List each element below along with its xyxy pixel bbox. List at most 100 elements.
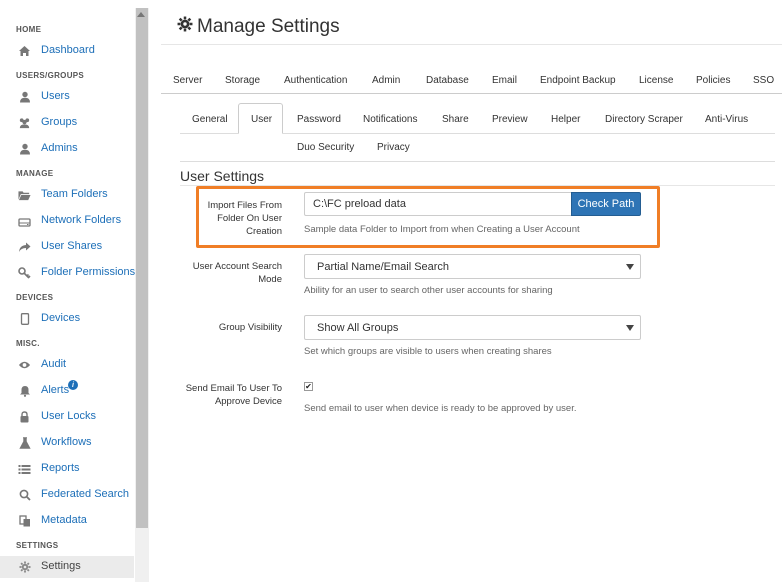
tab-anti-virus[interactable]: Anti-Virus <box>705 114 748 125</box>
tab-directory-scraper[interactable]: Directory Scraper <box>605 114 683 125</box>
sidebar-item-metadata[interactable]: Metadata <box>0 510 134 532</box>
search-mode-help: Ability for an user to search other user… <box>304 285 553 296</box>
sidebar-item-reports[interactable]: Reports <box>0 458 134 480</box>
section-misc: MISC. <box>16 339 40 348</box>
search-mode-select[interactable]: Partial Name/Email Search <box>304 254 641 279</box>
page-title: Manage Settings <box>177 16 340 38</box>
import-folder-input[interactable]: C:\FC preload data <box>304 192 572 216</box>
label-line: Mode <box>258 274 282 285</box>
tab-email[interactable]: Email <box>492 75 517 86</box>
sidebar-item-settings[interactable]: Settings <box>0 556 134 578</box>
tab-preview[interactable]: Preview <box>492 114 528 125</box>
key-icon <box>18 267 31 279</box>
label-line: Approve Device <box>214 396 282 407</box>
section-title: User Settings <box>180 168 265 184</box>
sidebar-item-label: Network Folders <box>41 214 122 226</box>
title-divider <box>161 44 782 45</box>
chevron-down-icon <box>626 325 634 331</box>
sidebar-item-audit[interactable]: Audit <box>0 354 134 376</box>
sidebar-item-dashboard[interactable]: Dashboard <box>0 40 134 62</box>
tab-server[interactable]: Server <box>173 75 202 86</box>
sidebar-item-label: Devices <box>41 312 81 324</box>
sidebar-scrollbar-thumb[interactable] <box>136 8 148 528</box>
sidebar-item-label: Groups <box>41 116 78 128</box>
label-line: User Account Search <box>192 261 282 272</box>
sidebar-item-label: Admins <box>41 142 78 154</box>
sidebar-item-folder-permissions[interactable]: Folder Permissions <box>0 262 136 284</box>
sidebar-item-admins[interactable]: Admins <box>0 138 134 160</box>
sidebar-item-alerts[interactable]: Alerts i <box>0 380 134 402</box>
user-icon <box>18 91 31 103</box>
tab-privacy[interactable]: Privacy <box>377 142 410 153</box>
scroll-up-arrow-icon[interactable] <box>137 12 145 17</box>
send-email-help: Send email to user when device is ready … <box>304 403 577 414</box>
group-icon <box>18 117 31 129</box>
tab-authentication[interactable]: Authentication <box>284 75 347 86</box>
sidebar-item-label: User Shares <box>41 240 103 252</box>
label-line: Creation <box>246 226 282 237</box>
sidebar-item-label: Team Folders <box>41 188 108 200</box>
group-visibility-select[interactable]: Show All Groups <box>304 315 641 340</box>
tab-database[interactable]: Database <box>426 75 469 86</box>
section-home: HOME <box>16 25 42 34</box>
send-email-checkbox[interactable]: ✔ <box>304 382 313 391</box>
check-path-button[interactable]: Check Path <box>571 192 641 216</box>
import-files-label: Import Files From Folder On User Creatio… <box>190 199 282 238</box>
tab-helper[interactable]: Helper <box>551 114 580 125</box>
sidebar-item-label: Folder Permissions <box>41 266 136 278</box>
bell-icon <box>18 385 31 397</box>
label-line: Import Files From <box>207 200 282 211</box>
tab-license[interactable]: License <box>639 75 673 86</box>
home-icon <box>18 45 31 57</box>
sidebar-item-users[interactable]: Users <box>0 86 134 108</box>
label-line: Folder On User <box>217 213 282 224</box>
sidebar-item-label: Audit <box>41 358 67 370</box>
chevron-down-icon <box>626 264 634 270</box>
sidebar-item-label: Federated Search <box>41 488 130 500</box>
tab-admin[interactable]: Admin <box>372 75 400 86</box>
tab-notifications[interactable]: Notifications <box>363 114 417 125</box>
tab-user[interactable]: User <box>251 114 272 125</box>
tab-endpoint-backup[interactable]: Endpoint Backup <box>540 75 616 86</box>
sidebar-item-devices[interactable]: Devices <box>0 308 134 330</box>
tab-storage[interactable]: Storage <box>225 75 260 86</box>
alerts-badge: i <box>68 380 78 390</box>
sidebar-item-label: Users <box>41 90 70 102</box>
tab-sso[interactable]: SSO <box>753 75 774 86</box>
search-icon <box>18 489 31 501</box>
sidebar-item-federated-search[interactable]: Federated Search <box>0 484 134 506</box>
admin-user-icon <box>18 143 31 155</box>
send-email-label: Send Email To User To Approve Device <box>172 382 282 408</box>
section-users-groups: USERS/GROUPS <box>16 71 85 80</box>
sidebar-item-team-folders[interactable]: Team Folders <box>0 184 134 206</box>
sub-tabs-bottom-divider <box>180 161 775 162</box>
sidebar-item-user-locks[interactable]: User Locks <box>0 406 134 428</box>
tab-share[interactable]: Share <box>442 114 469 125</box>
eye-icon <box>18 359 31 371</box>
tab-general[interactable]: General <box>192 114 228 125</box>
sidebar: HOME Dashboard USERS/GROUPS Users Groups… <box>0 0 150 582</box>
sidebar-item-groups[interactable]: Groups <box>0 112 134 134</box>
sidebar-item-user-shares[interactable]: User Shares <box>0 236 134 258</box>
sidebar-item-label: Settings <box>41 560 81 572</box>
gear-icon <box>177 16 193 38</box>
search-mode-value: Partial Name/Email Search <box>317 261 450 273</box>
search-mode-label: User Account Search Mode <box>182 260 282 286</box>
sidebar-item-label: User Locks <box>41 410 97 422</box>
sidebar-item-label: Reports <box>41 462 80 474</box>
sidebar-item-label: Dashboard <box>41 44 95 56</box>
tab-password[interactable]: Password <box>297 114 341 125</box>
hard-drive-icon <box>18 215 31 227</box>
group-visibility-help: Set which groups are visible to users wh… <box>304 346 552 357</box>
sidebar-item-label: Workflows <box>41 436 92 448</box>
tab-duo-security[interactable]: Duo Security <box>297 142 354 153</box>
section-settings: SETTINGS <box>16 541 59 550</box>
sidebar-item-workflows[interactable]: Workflows <box>0 432 134 454</box>
lock-icon <box>18 411 31 423</box>
sidebar-item-network-folders[interactable]: Network Folders <box>0 210 134 232</box>
list-icon <box>18 463 31 475</box>
label-line: Send Email To User To <box>185 383 282 394</box>
tab-policies[interactable]: Policies <box>696 75 730 86</box>
metadata-icon <box>18 515 31 527</box>
folder-open-icon <box>18 189 31 201</box>
